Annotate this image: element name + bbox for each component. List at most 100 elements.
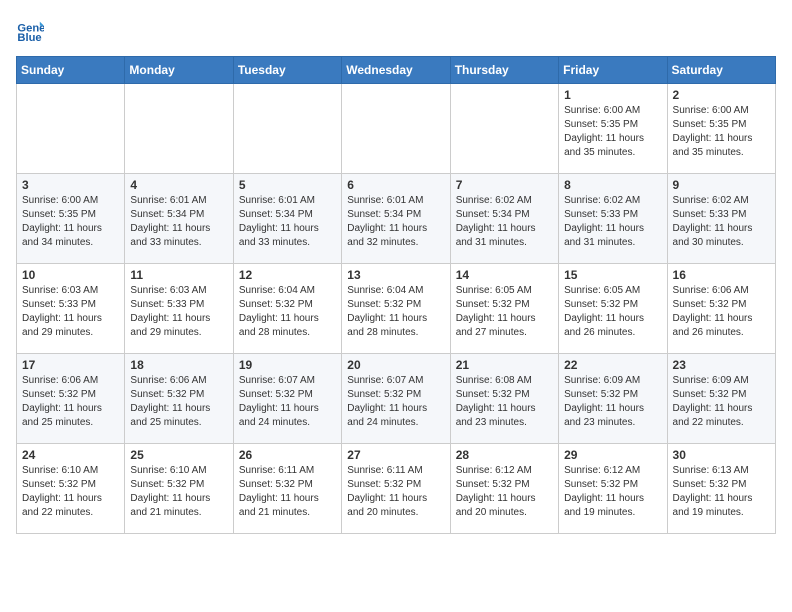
calendar-cell: 7Sunrise: 6:02 AM Sunset: 5:34 PM Daylig… [450, 174, 558, 264]
day-info: Sunrise: 6:05 AM Sunset: 5:32 PM Dayligh… [456, 284, 553, 340]
day-info: Sunrise: 6:10 AM Sunset: 5:32 PM Dayligh… [22, 464, 119, 520]
weekday-header-saturday: Saturday [667, 57, 775, 84]
day-number: 21 [456, 358, 553, 372]
week-row-2: 3 Sunrise: 6:00 AM Sunset: 5:35 PM Daylig… [17, 174, 776, 264]
calendar-cell: 18Sunrise: 6:06 AM Sunset: 5:32 PM Dayli… [125, 354, 233, 444]
week-row-3: 10 Sunrise: 6:03 AM Sunset: 5:33 PM Dayli… [17, 264, 776, 354]
day-number: 25 [130, 448, 227, 462]
calendar-cell: 5 Sunrise: 6:01 AM Sunset: 5:34 PM Daylig… [233, 174, 341, 264]
calendar-cell: 9 Sunrise: 6:02 AM Sunset: 5:33 PM Daylig… [667, 174, 775, 264]
day-info: Sunrise: 6:00 AM Sunset: 5:35 PM Dayligh… [564, 104, 661, 160]
day-number: 16 [673, 268, 770, 282]
day-number: 22 [564, 358, 661, 372]
calendar-cell: 25 Sunrise: 6:10 AM Sunset: 5:32 PM Dayli… [125, 444, 233, 534]
day-number: 30 [673, 448, 770, 462]
day-number: 5 [239, 178, 336, 192]
day-number: 28 [456, 448, 553, 462]
calendar-cell: 26Sunrise: 6:11 AM Sunset: 5:32 PM Dayli… [233, 444, 341, 534]
calendar-cell: 21 Sunrise: 6:08 AM Sunset: 5:32 PM Dayli… [450, 354, 558, 444]
day-info: Sunrise: 6:01 AM Sunset: 5:34 PM Dayligh… [347, 194, 444, 250]
day-number: 24 [22, 448, 119, 462]
weekday-header-tuesday: Tuesday [233, 57, 341, 84]
calendar-cell: 19 Sunrise: 6:07 AM Sunset: 5:32 PM Dayli… [233, 354, 341, 444]
calendar-cell: 22 Sunrise: 6:09 AM Sunset: 5:32 PM Dayli… [559, 354, 667, 444]
day-info: Sunrise: 6:08 AM Sunset: 5:32 PM Dayligh… [456, 374, 553, 430]
calendar-cell: 27 Sunrise: 6:11 AM Sunset: 5:32 PM Dayli… [342, 444, 450, 534]
calendar-cell: 20 Sunrise: 6:07 AM Sunset: 5:32 PM Dayli… [342, 354, 450, 444]
weekday-header-monday: Monday [125, 57, 233, 84]
day-info: Sunrise: 6:01 AM Sunset: 5:34 PM Dayligh… [130, 194, 227, 250]
calendar-cell: 14 Sunrise: 6:05 AM Sunset: 5:32 PM Dayli… [450, 264, 558, 354]
calendar-cell: 2 Sunrise: 6:00 AM Sunset: 5:35 PM Daylig… [667, 84, 775, 174]
weekday-header-sunday: Sunday [17, 57, 125, 84]
logo-icon: General Blue [16, 16, 44, 44]
day-number: 23 [673, 358, 770, 372]
day-info: Sunrise: 6:09 AM Sunset: 5:32 PM Dayligh… [564, 374, 661, 430]
calendar-cell: 28 Sunrise: 6:12 AM Sunset: 5:32 PM Dayli… [450, 444, 558, 534]
day-info: Sunrise: 6:06 AM Sunset: 5:32 PM Dayligh… [22, 374, 119, 430]
calendar-cell [125, 84, 233, 174]
day-number: 7 [456, 178, 553, 192]
calendar-cell: 11Sunrise: 6:03 AM Sunset: 5:33 PM Dayli… [125, 264, 233, 354]
day-info: Sunrise: 6:06 AM Sunset: 5:32 PM Dayligh… [673, 284, 770, 340]
day-info: Sunrise: 6:12 AM Sunset: 5:32 PM Dayligh… [456, 464, 553, 520]
week-row-1: 1 Sunrise: 6:00 AM Sunset: 5:35 PM Daylig… [17, 84, 776, 174]
calendar-cell [342, 84, 450, 174]
day-info: Sunrise: 6:12 AM Sunset: 5:32 PM Dayligh… [564, 464, 661, 520]
page-header: General Blue [16, 16, 776, 44]
day-number: 18 [130, 358, 227, 372]
day-number: 17 [22, 358, 119, 372]
calendar-cell: 29 Sunrise: 6:12 AM Sunset: 5:32 PM Dayli… [559, 444, 667, 534]
day-info: Sunrise: 6:07 AM Sunset: 5:32 PM Dayligh… [239, 374, 336, 430]
calendar-cell: 6Sunrise: 6:01 AM Sunset: 5:34 PM Daylig… [342, 174, 450, 264]
calendar-cell [17, 84, 125, 174]
day-number: 1 [564, 88, 661, 102]
day-number: 20 [347, 358, 444, 372]
day-number: 14 [456, 268, 553, 282]
day-info: Sunrise: 6:13 AM Sunset: 5:32 PM Dayligh… [673, 464, 770, 520]
calendar-cell: 10 Sunrise: 6:03 AM Sunset: 5:33 PM Dayli… [17, 264, 125, 354]
day-info: Sunrise: 6:03 AM Sunset: 5:33 PM Dayligh… [130, 284, 227, 340]
day-info: Sunrise: 6:07 AM Sunset: 5:32 PM Dayligh… [347, 374, 444, 430]
svg-text:Blue: Blue [17, 32, 41, 44]
day-number: 2 [673, 88, 770, 102]
calendar-cell: 12Sunrise: 6:04 AM Sunset: 5:32 PM Dayli… [233, 264, 341, 354]
logo: General Blue [16, 16, 44, 44]
day-number: 3 [22, 178, 119, 192]
day-info: Sunrise: 6:00 AM Sunset: 5:35 PM Dayligh… [22, 194, 119, 250]
day-info: Sunrise: 6:04 AM Sunset: 5:32 PM Dayligh… [347, 284, 444, 340]
calendar-cell: 30 Sunrise: 6:13 AM Sunset: 5:32 PM Dayli… [667, 444, 775, 534]
day-info: Sunrise: 6:02 AM Sunset: 5:33 PM Dayligh… [673, 194, 770, 250]
calendar-cell: 15Sunrise: 6:05 AM Sunset: 5:32 PM Dayli… [559, 264, 667, 354]
week-row-4: 17 Sunrise: 6:06 AM Sunset: 5:32 PM Dayli… [17, 354, 776, 444]
day-number: 26 [239, 448, 336, 462]
day-number: 15 [564, 268, 661, 282]
day-info: Sunrise: 6:09 AM Sunset: 5:32 PM Dayligh… [673, 374, 770, 430]
day-info: Sunrise: 6:01 AM Sunset: 5:34 PM Dayligh… [239, 194, 336, 250]
calendar-cell: 17 Sunrise: 6:06 AM Sunset: 5:32 PM Dayli… [17, 354, 125, 444]
day-info: Sunrise: 6:10 AM Sunset: 5:32 PM Dayligh… [130, 464, 227, 520]
calendar-cell: 8Sunrise: 6:02 AM Sunset: 5:33 PM Daylig… [559, 174, 667, 264]
day-number: 4 [130, 178, 227, 192]
calendar-cell [450, 84, 558, 174]
calendar-cell [233, 84, 341, 174]
calendar-cell: 13 Sunrise: 6:04 AM Sunset: 5:32 PM Dayli… [342, 264, 450, 354]
weekday-header-friday: Friday [559, 57, 667, 84]
day-info: Sunrise: 6:00 AM Sunset: 5:35 PM Dayligh… [673, 104, 770, 160]
day-info: Sunrise: 6:11 AM Sunset: 5:32 PM Dayligh… [347, 464, 444, 520]
day-info: Sunrise: 6:02 AM Sunset: 5:33 PM Dayligh… [564, 194, 661, 250]
day-number: 29 [564, 448, 661, 462]
calendar-cell: 3 Sunrise: 6:00 AM Sunset: 5:35 PM Daylig… [17, 174, 125, 264]
day-number: 10 [22, 268, 119, 282]
calendar-cell: 4 Sunrise: 6:01 AM Sunset: 5:34 PM Daylig… [125, 174, 233, 264]
weekday-header-wednesday: Wednesday [342, 57, 450, 84]
day-info: Sunrise: 6:04 AM Sunset: 5:32 PM Dayligh… [239, 284, 336, 340]
day-number: 13 [347, 268, 444, 282]
day-info: Sunrise: 6:03 AM Sunset: 5:33 PM Dayligh… [22, 284, 119, 340]
calendar-cell: 16 Sunrise: 6:06 AM Sunset: 5:32 PM Dayli… [667, 264, 775, 354]
week-row-5: 24 Sunrise: 6:10 AM Sunset: 5:32 PM Dayli… [17, 444, 776, 534]
day-number: 27 [347, 448, 444, 462]
calendar: SundayMondayTuesdayWednesdayThursdayFrid… [16, 56, 776, 534]
day-number: 19 [239, 358, 336, 372]
day-number: 9 [673, 178, 770, 192]
